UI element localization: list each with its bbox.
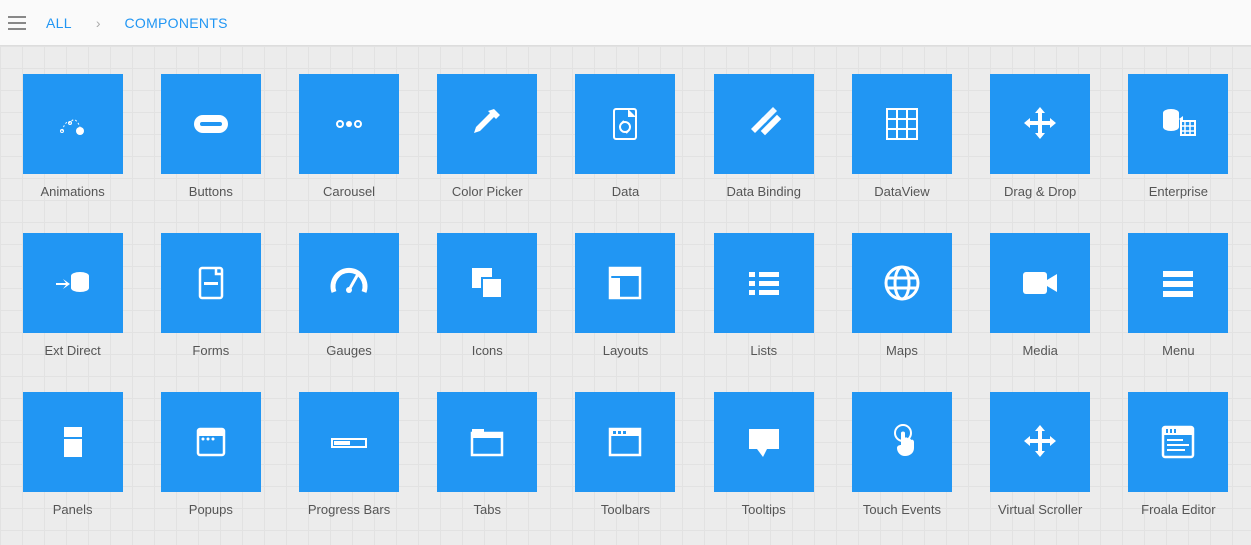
tile-grid: Animations Buttons Carousel Color Picker Dat… [21,74,1231,517]
tile-label: Panels [53,502,93,517]
tile-panels[interactable]: Panels [21,392,125,517]
tabs-icon [437,392,537,492]
drag-drop-icon [990,74,1090,174]
breadcrumb-current[interactable]: COMPONENTS [118,11,233,35]
tile-label: Tabs [474,502,501,517]
tile-label: Gauges [326,343,372,358]
animations-icon [23,74,123,174]
icons-icon [437,233,537,333]
tile-label: Carousel [323,184,375,199]
tooltips-icon [714,392,814,492]
tile-label: Data Binding [726,184,800,199]
virtual-scroller-icon [990,392,1090,492]
panels-icon [23,392,123,492]
tile-froala[interactable]: Froala Editor [1126,392,1230,517]
tile-label: Froala Editor [1141,502,1215,517]
tile-label: Animations [40,184,104,199]
tile-label: Lists [750,343,777,358]
top-toolbar: ALL › COMPONENTS [0,0,1251,46]
tile-label: Maps [886,343,918,358]
tile-label: Tooltips [742,502,786,517]
tile-label: DataView [874,184,929,199]
tile-extdirect[interactable]: Ext Direct [21,233,125,358]
tile-label: Drag & Drop [1004,184,1076,199]
tile-label: Forms [192,343,229,358]
popups-icon [161,392,261,492]
tile-tooltips[interactable]: Tooltips [712,392,816,517]
tile-label: Color Picker [452,184,523,199]
tile-icons[interactable]: Icons [435,233,539,358]
forms-icon [161,233,261,333]
tile-progress[interactable]: Progress Bars [297,392,401,517]
progress-icon [299,392,399,492]
carousel-icon [299,74,399,174]
tile-label: Layouts [603,343,649,358]
tile-label: Progress Bars [308,502,390,517]
tile-menu[interactable]: Menu [1126,233,1230,358]
tile-touch[interactable]: Touch Events [850,392,954,517]
tile-tabs[interactable]: Tabs [435,392,539,517]
tile-layouts[interactable]: Layouts [573,233,677,358]
tile-label: Ext Direct [44,343,100,358]
tile-label: Toolbars [601,502,650,517]
breadcrumb-root[interactable]: ALL [40,11,78,35]
tile-gauges[interactable]: Gauges [297,233,401,358]
maps-icon [852,233,952,333]
tile-label: Media [1022,343,1057,358]
menu-icon [1128,233,1228,333]
tile-label: Buttons [189,184,233,199]
tile-colorpicker[interactable]: Color Picker [435,74,539,199]
chevron-right-icon: › [96,15,101,31]
gauges-icon [299,233,399,333]
tile-label: Enterprise [1149,184,1208,199]
color-picker-icon [437,74,537,174]
tile-label: Virtual Scroller [998,502,1082,517]
tile-label: Data [612,184,639,199]
tile-lists[interactable]: Lists [712,233,816,358]
tile-toolbars[interactable]: Toolbars [573,392,677,517]
tile-label: Icons [472,343,503,358]
dataview-icon [852,74,952,174]
tile-label: Menu [1162,343,1195,358]
froala-icon [1128,392,1228,492]
layouts-icon [575,233,675,333]
enterprise-icon [1128,74,1228,174]
tile-buttons[interactable]: Buttons [159,74,263,199]
tile-popups[interactable]: Popups [159,392,263,517]
tile-dataview[interactable]: DataView [850,74,954,199]
tile-maps[interactable]: Maps [850,233,954,358]
data-icon [575,74,675,174]
touch-icon [852,392,952,492]
tile-enterprise[interactable]: Enterprise [1126,74,1230,199]
buttons-icon [161,74,261,174]
media-icon [990,233,1090,333]
hamburger-menu-icon[interactable] [8,14,26,32]
tile-databinding[interactable]: Data Binding [712,74,816,199]
ext-direct-icon [23,233,123,333]
tile-forms[interactable]: Forms [159,233,263,358]
lists-icon [714,233,814,333]
tile-dragdrop[interactable]: Drag & Drop [988,74,1092,199]
toolbars-icon [575,392,675,492]
tile-label: Touch Events [863,502,941,517]
tile-label: Popups [189,502,233,517]
tile-carousel[interactable]: Carousel [297,74,401,199]
workspace: Animations Buttons Carousel Color Picker Dat… [0,46,1251,545]
tile-data[interactable]: Data [573,74,677,199]
tile-vscroller[interactable]: Virtual Scroller [988,392,1092,517]
tile-media[interactable]: Media [988,233,1092,358]
data-binding-icon [714,74,814,174]
tile-animations[interactable]: Animations [21,74,125,199]
